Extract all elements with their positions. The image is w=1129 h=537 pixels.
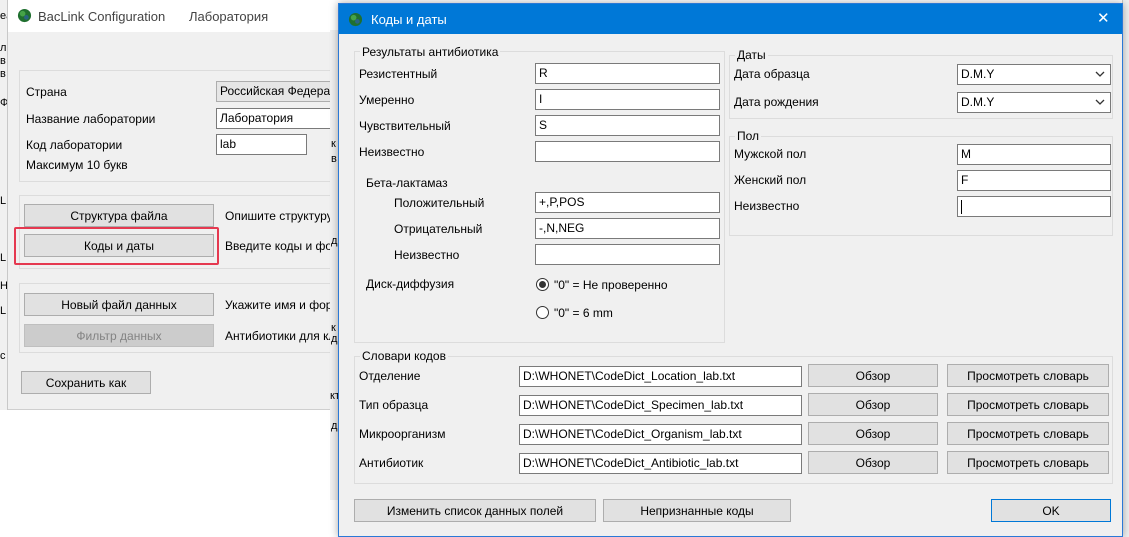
save-as-button[interactable]: Сохранить как — [21, 371, 151, 394]
unrecognized-codes-button[interactable]: Непризнанные коды — [603, 499, 791, 522]
intermediate-field[interactable]: I — [535, 89, 720, 110]
edge-char: Ф — [0, 97, 8, 109]
right-edge-strip — [1122, 0, 1129, 537]
chevron-down-icon — [1095, 99, 1105, 105]
specimen-view-button[interactable]: Просмотреть словарь — [947, 393, 1109, 416]
dialog-titlebar: Коды и даты ✕ — [339, 4, 1122, 34]
edge-char: Н — [0, 280, 8, 292]
edge-char: L — [0, 195, 7, 207]
edge-char: в — [0, 55, 6, 67]
unknown-result-label: Неизвестно — [359, 145, 425, 159]
unknown-sex-label: Неизвестно — [734, 199, 800, 213]
disk-option-untested-label[interactable]: "0" = Не проверенно — [554, 278, 668, 292]
ok-button[interactable]: OK — [991, 499, 1111, 522]
edit-fields-button[interactable]: Изменить список данных полей — [354, 499, 596, 522]
disk-option-6mm-label[interactable]: "0" = 6 mm — [554, 306, 613, 320]
specimen-date-label: Дата образца — [734, 67, 810, 81]
location-browse-button[interactable]: Обзор — [808, 364, 938, 387]
unknown-result-field[interactable] — [535, 141, 720, 162]
codes-dates-dialog: Коды и даты ✕ Результаты антибиотика Рез… — [338, 3, 1123, 537]
edge-char: в — [0, 68, 6, 80]
codes-dates-desc: Введите коды и фо — [225, 239, 333, 253]
beta-positive-field[interactable]: +,P,POS — [535, 192, 720, 213]
disk-option-untested-radio[interactable] — [536, 278, 549, 291]
close-icon[interactable]: ✕ — [1097, 9, 1110, 27]
organism-browse-button[interactable]: Обзор — [808, 422, 938, 445]
lab-name-label: Название лаборатории — [26, 112, 156, 126]
beta-negative-label: Отрицательный — [394, 222, 483, 236]
bg-window-subtitle: Лаборатория — [189, 9, 269, 24]
organism-label: Микроорганизм — [359, 427, 446, 441]
antibiotic-label: Антибиотик — [359, 456, 424, 470]
specimen-date-select[interactable]: D.M.Y — [957, 64, 1111, 85]
max-note: Максимум 10 букв — [26, 158, 128, 172]
location-label: Отделение — [359, 369, 421, 383]
left-edge-strip: ea л в в Ф L L Н L с — [0, 0, 8, 410]
country-label: Страна — [26, 85, 67, 99]
unknown-sex-field[interactable] — [957, 196, 1111, 217]
bg-window-title: BacLink Configuration — [38, 9, 166, 24]
female-label: Женский пол — [734, 173, 807, 187]
location-view-button[interactable]: Просмотреть словарь — [947, 364, 1109, 387]
data-filter-button[interactable]: Фильтр данных — [24, 324, 214, 347]
birth-date-label: Дата рождения — [734, 95, 819, 109]
edge-char: L — [0, 252, 7, 264]
male-label: Мужской пол — [734, 147, 807, 161]
beta-lactamase-label: Бета-лактамаз — [366, 176, 448, 190]
edge-char: в — [331, 153, 337, 165]
antibiotic-view-button[interactable]: Просмотреть словарь — [947, 451, 1109, 474]
file-structure-button[interactable]: Структура файла — [24, 204, 214, 227]
edge-char: с — [0, 350, 6, 362]
bg-titlebar: BacLink Configuration Лаборатория — [8, 0, 345, 32]
organism-path-field[interactable]: D:\WHONET\CodeDict_Organism_lab.txt — [519, 424, 802, 445]
edge-char: к — [331, 138, 336, 150]
new-data-file-desc: Укажите имя и фор — [225, 298, 333, 312]
disk-diffusion-label: Диск-диффузия — [366, 277, 455, 291]
globe-icon — [17, 8, 32, 23]
resistant-label: Резистентный — [359, 67, 438, 81]
edge-char: д — [331, 420, 338, 432]
lab-code-field[interactable]: lab — [216, 134, 307, 155]
chevron-down-icon — [1095, 71, 1105, 77]
male-field[interactable]: M — [957, 144, 1111, 165]
edge-char: л — [0, 42, 7, 54]
code-dicts-title: Словари кодов — [360, 349, 448, 363]
resistant-field[interactable]: R — [535, 63, 720, 84]
data-filter-desc: Антибиотики для кл — [225, 329, 336, 343]
birth-date-select[interactable]: D.M.Y — [957, 92, 1111, 113]
edge-char: д — [331, 235, 338, 247]
susceptible-label: Чувствительный — [359, 119, 451, 133]
beta-positive-label: Положительный — [394, 196, 485, 210]
globe-icon — [348, 12, 363, 27]
text-cursor — [961, 199, 962, 214]
bg-window: ea л в в Ф L L Н L с BacLink Configurati… — [0, 0, 351, 410]
file-structure-desc: Опишите структуру — [225, 209, 333, 223]
specimen-date-value: D.M.Y — [961, 67, 995, 81]
disk-option-6mm-radio[interactable] — [536, 306, 549, 319]
female-field[interactable]: F — [957, 170, 1111, 191]
antibiotic-results-title: Результаты антибиотика — [360, 45, 501, 59]
specimen-browse-button[interactable]: Обзор — [808, 393, 938, 416]
sex-title: Пол — [735, 129, 762, 143]
intermediate-label: Умеренно — [359, 93, 415, 107]
beta-unknown-field[interactable] — [535, 244, 720, 265]
organism-view-button[interactable]: Просмотреть словарь — [947, 422, 1109, 445]
new-data-file-button[interactable]: Новый файл данных — [24, 293, 214, 316]
beta-negative-field[interactable]: -,N,NEG — [535, 218, 720, 239]
antibiotic-path-field[interactable]: D:\WHONET\CodeDict_Antibiotic_lab.txt — [519, 453, 802, 474]
susceptible-field[interactable]: S — [535, 115, 720, 136]
codes-dates-button[interactable]: Коды и даты — [24, 234, 214, 257]
beta-unknown-label: Неизвестно — [394, 248, 460, 262]
lab-code-label: Код лаборатории — [26, 138, 123, 152]
edge-char: д — [331, 333, 338, 345]
birth-date-value: D.M.Y — [961, 95, 995, 109]
location-path-field[interactable]: D:\WHONET\CodeDict_Location_lab.txt — [519, 366, 802, 387]
antibiotic-browse-button[interactable]: Обзор — [808, 451, 938, 474]
edge-char: ea — [0, 10, 7, 22]
specimen-path-field[interactable]: D:\WHONET\CodeDict_Specimen_lab.txt — [519, 395, 802, 416]
edge-char: L — [0, 305, 7, 317]
dates-title: Даты — [735, 48, 768, 62]
dialog-title: Коды и даты — [371, 12, 447, 27]
specimen-type-label: Тип образца — [359, 398, 429, 412]
